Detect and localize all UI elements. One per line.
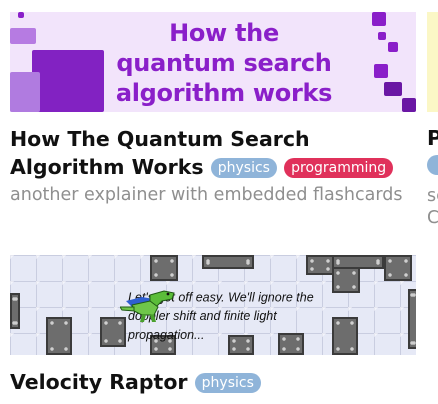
decorative-square — [10, 28, 36, 44]
decorative-square — [384, 82, 402, 96]
course-title-text[interactable]: Velocity Raptor — [10, 370, 188, 394]
wall-block — [306, 255, 334, 275]
tag-programming[interactable]: programming — [284, 158, 394, 178]
course-thumbnail[interactable] — [427, 12, 438, 112]
decorative-square — [402, 98, 416, 112]
dinosaur-raptor-sprite-icon — [120, 290, 175, 322]
wall-block — [384, 255, 412, 281]
decorative-square — [18, 12, 24, 18]
course-card-velocity-raptor[interactable]: Let's get off easy. We'll ignore the dop… — [10, 255, 416, 394]
thumbnail-title: How the quantum search algorithm works — [115, 19, 333, 107]
course-grid: How the quantum search algorithm works H… — [0, 0, 438, 404]
decorative-square — [32, 50, 104, 112]
course-thumbnail[interactable]: How the quantum search algorithm works — [10, 12, 416, 112]
decorative-square — [374, 64, 388, 78]
course-title[interactable]: How The Quantum Search Algorithm Works p… — [10, 125, 420, 181]
decorative-square — [372, 12, 386, 26]
wall-block — [10, 293, 20, 329]
decorative-square — [388, 42, 398, 52]
wall-block — [46, 317, 72, 355]
decorative-square — [378, 32, 386, 40]
wall-block — [408, 289, 416, 349]
decorative-square — [10, 72, 40, 112]
tag-physics[interactable]: physics — [210, 158, 277, 178]
course-card-quantum-search[interactable]: How the quantum search algorithm works H… — [10, 12, 416, 205]
course-title[interactable]: P — [427, 126, 438, 150]
course-description: sc C — [427, 186, 438, 228]
course-thumbnail[interactable]: Let's get off easy. We'll ignore the dop… — [10, 255, 416, 355]
wall-block — [202, 255, 254, 269]
course-title[interactable]: Velocity Raptor physics — [10, 368, 261, 396]
tag-physics[interactable] — [427, 155, 438, 175]
wall-block — [150, 255, 178, 281]
course-description: another explainer with embedded flashcar… — [10, 185, 403, 205]
tag-physics[interactable]: physics — [194, 373, 261, 393]
